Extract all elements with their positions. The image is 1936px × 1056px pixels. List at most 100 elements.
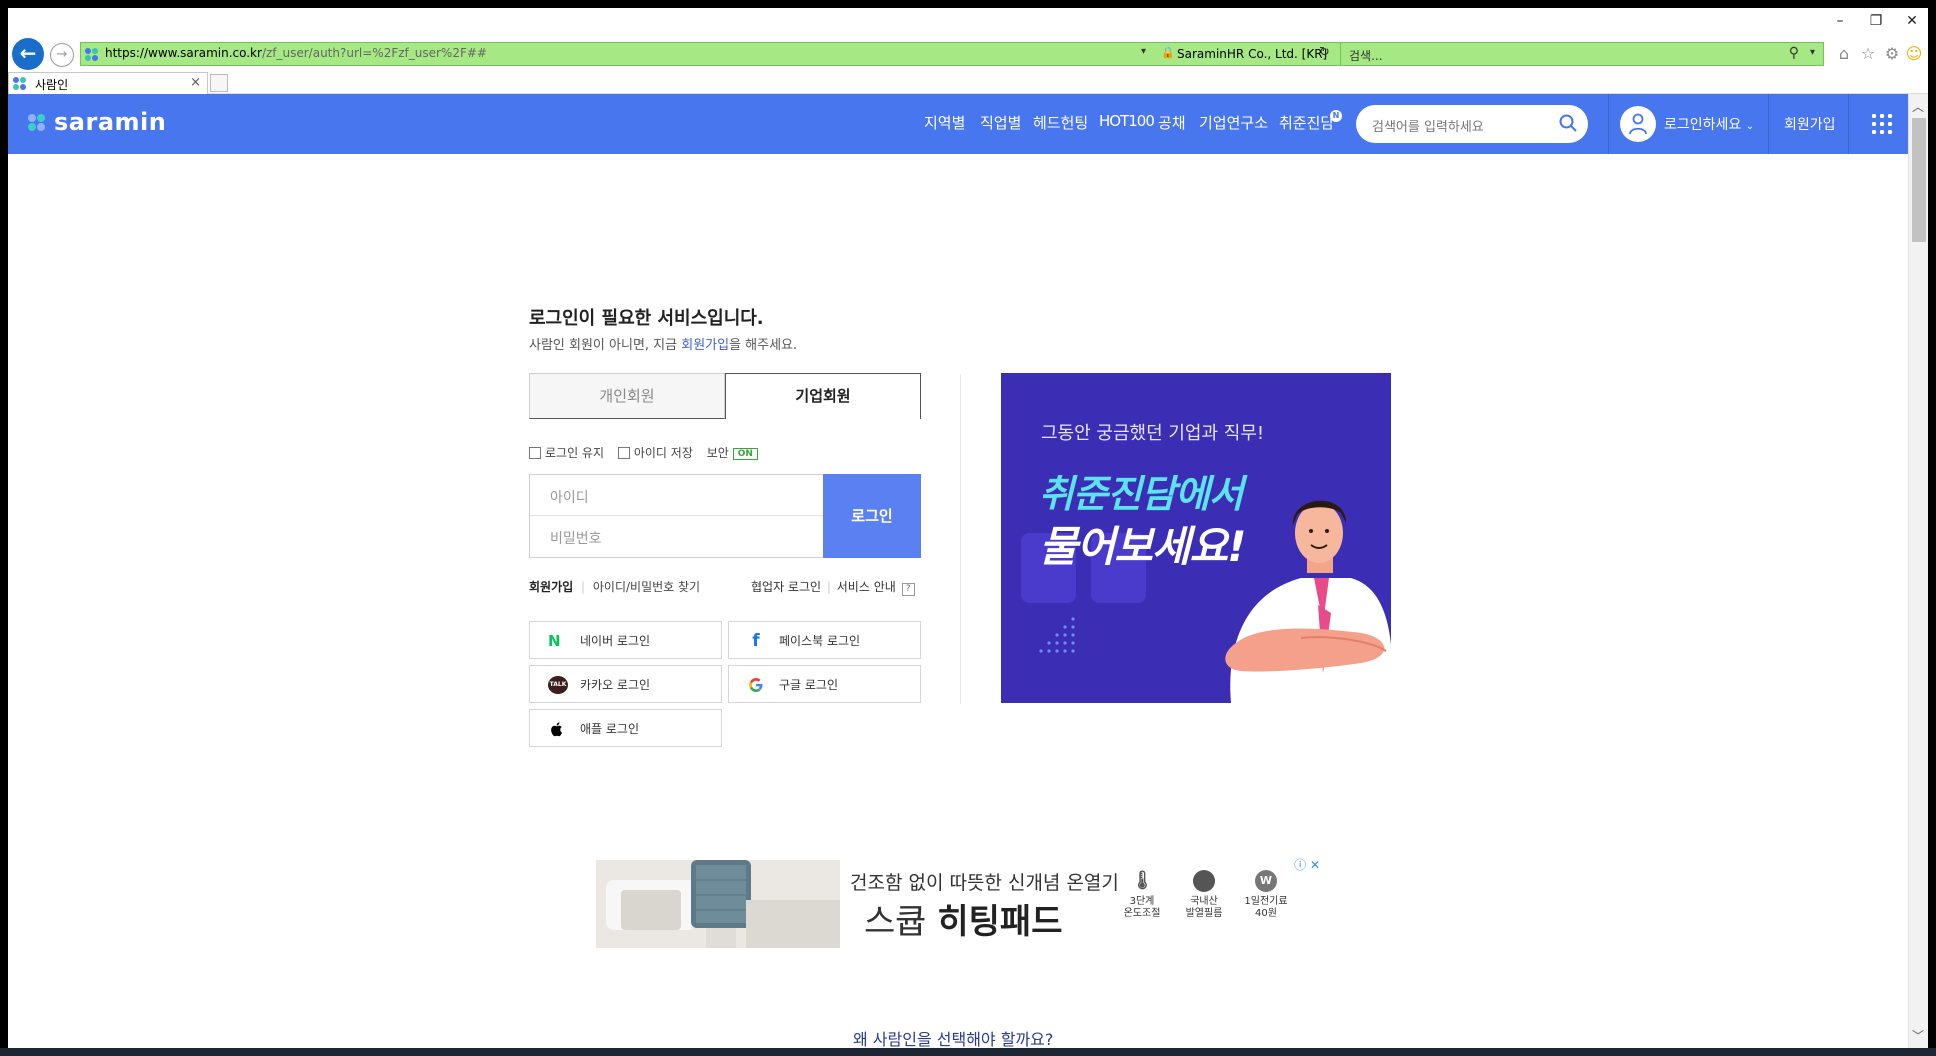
header-signup-link[interactable]: 회원가입 xyxy=(1784,114,1836,134)
google-login-button[interactable]: 구글 로그인 xyxy=(728,665,921,703)
nav-job[interactable]: 직업별 xyxy=(980,112,1021,136)
back-arrow-icon[interactable]: ← xyxy=(12,38,44,70)
inline-signup-link[interactable]: 회원가입 xyxy=(681,338,729,353)
browser-search-box[interactable]: 검색... ⚲ ▾ xyxy=(1340,42,1824,66)
ad-banner[interactable]: 건조함 없이 따뜻한 신개념 온열기 스큡 히팅패드 🌡 3단계 온도조절 국내산… xyxy=(596,856,1320,948)
refresh-icon[interactable]: ↻ xyxy=(1319,45,1330,60)
password-placeholder: 비밀번호 xyxy=(550,531,602,547)
minimize-icon[interactable]: – xyxy=(1828,12,1852,30)
screen: – ❐ ✕ ← → https://www.saramin.co.kr/zf_u… xyxy=(0,0,1936,1056)
ad-feature-temperature: 🌡 3단계 온도조절 xyxy=(1123,870,1161,919)
apple-login-button[interactable]: 애플 로그인 xyxy=(529,709,722,747)
vertical-scrollbar[interactable]: ︿ ﹀ xyxy=(1908,94,1928,1048)
ad-brand: 스큡 히팅패드 xyxy=(864,902,1063,942)
tab-saramin[interactable]: 사람인 × xyxy=(8,72,208,94)
login-button[interactable]: 로그인 xyxy=(823,474,921,558)
login-links: 회원가입 | 아이디/비밀번호 찾기 xyxy=(529,580,701,594)
search-icon[interactable]: ⚲ xyxy=(1789,45,1799,61)
facebook-login-button[interactable]: f 페이스북 로그인 xyxy=(728,621,921,659)
nav-hot100[interactable]: HOT100 xyxy=(1099,112,1155,136)
home-icon[interactable]: ⌂ xyxy=(1834,44,1854,64)
keep-login-checkbox[interactable]: 로그인 유지 xyxy=(529,446,604,460)
login-options: 로그인 유지 아이디 저장 보안 ON xyxy=(529,444,758,460)
browser-search-placeholder: 검색... xyxy=(1349,49,1383,63)
search-icon[interactable] xyxy=(1558,113,1578,133)
id-field[interactable]: 아이디 xyxy=(530,475,824,516)
new-tab-icon[interactable] xyxy=(210,74,228,92)
login-menu[interactable]: 로그인하세요 ⌄ xyxy=(1664,114,1754,134)
scroll-up-icon[interactable]: ︿ xyxy=(1912,98,1924,115)
naver-login-button[interactable]: N 네이버 로그인 xyxy=(529,621,722,659)
promo-line-3: 물어보세요! xyxy=(1039,522,1246,571)
scroll-thumb[interactable] xyxy=(1912,118,1926,242)
nav-company-research[interactable]: 기업연구소 xyxy=(1199,112,1268,136)
id-placeholder: 아이디 xyxy=(550,490,589,506)
site-search-box[interactable]: 검색어를 입력하세요 xyxy=(1356,105,1588,143)
google-icon xyxy=(749,678,763,692)
restore-icon[interactable]: ❐ xyxy=(1864,12,1888,30)
search-dropdown-icon[interactable]: ▾ xyxy=(1810,47,1815,58)
ad-feature-domestic: 국내산 발열필름 xyxy=(1176,870,1232,920)
save-id-checkbox[interactable]: 아이디 저장 xyxy=(617,446,693,460)
tab-favicon-icon xyxy=(13,77,27,91)
ad-info-close-icon[interactable]: ⓘ ✕ xyxy=(1294,856,1320,873)
browser-window: – ❐ ✕ ← → https://www.saramin.co.kr/zf_u… xyxy=(8,8,1928,1048)
nav-region[interactable]: 지역별 xyxy=(924,112,965,136)
naver-icon: N xyxy=(548,632,561,650)
nav-public-recruit[interactable]: 공채 xyxy=(1158,112,1186,136)
forward-arrow-icon[interactable]: → xyxy=(50,43,74,67)
ad-headline: 건조함 없이 따뜻한 신개념 온열기 xyxy=(850,872,1119,894)
ad-feature-electricity: W 1일전기료 40원 xyxy=(1238,870,1294,920)
site-header: saramin 지역별 직업별 헤드헌팅 HOT100 공채 기업연구소 취준진… xyxy=(8,94,1908,154)
member-type-tabs: 개인회원 기업회원 xyxy=(529,373,921,419)
all-services-grid-icon[interactable] xyxy=(1872,114,1892,134)
nav-headhunting[interactable]: 헤드헌팅 xyxy=(1033,112,1088,136)
chevron-down-icon: ⌄ xyxy=(1745,121,1755,132)
site-favicon-icon xyxy=(85,48,99,62)
certificate-label[interactable]: SaraminHR Co., Ltd. [KR] xyxy=(1177,47,1327,61)
ad-product-photo xyxy=(596,860,840,948)
password-field[interactable]: 비밀번호 xyxy=(530,517,824,557)
apple-icon xyxy=(551,722,562,737)
find-id-password-link[interactable]: 아이디/비밀번호 찾기 xyxy=(593,580,700,594)
tab-strip: 사람인 × xyxy=(8,72,1928,94)
header-divider xyxy=(1608,94,1609,154)
tab-company-member[interactable]: 기업회원 xyxy=(725,373,921,419)
thermometer-icon: 🌡 xyxy=(1131,870,1154,891)
content-divider xyxy=(960,374,961,704)
new-badge: N xyxy=(1330,110,1342,122)
address-bar[interactable]: https://www.saramin.co.kr/zf_user/auth?u… xyxy=(80,42,1344,66)
korea-flag-icon xyxy=(1193,870,1215,892)
tab-personal-member[interactable]: 개인회원 xyxy=(529,373,725,419)
promo-line-1: 그동안 궁금했던 기업과 직무! xyxy=(1041,423,1265,444)
close-icon[interactable]: ✕ xyxy=(1900,12,1924,30)
partner-login-link[interactable]: 협업자 로그인 xyxy=(751,580,821,594)
why-saramin-heading: 왜 사람인을 선택해야 할까요? xyxy=(853,1030,1054,1048)
watt-icon: W xyxy=(1255,870,1277,892)
smiley-feedback-icon[interactable]: ☺ xyxy=(1904,44,1924,64)
service-guide-link[interactable]: 서비스 안내 xyxy=(837,580,896,594)
extra-links: 협업자 로그인 | 서비스 안내 ? xyxy=(751,578,915,596)
scroll-down-icon[interactable]: ﹀ xyxy=(1912,1027,1924,1044)
favorites-star-icon[interactable]: ☆ xyxy=(1858,44,1878,64)
page-viewport: saramin 지역별 직업별 헤드헌팅 HOT100 공채 기업연구소 취준진… xyxy=(8,94,1908,1048)
user-avatar-icon[interactable] xyxy=(1620,106,1656,142)
lock-icon[interactable]: 🔒 xyxy=(1161,46,1175,59)
address-dropdown-icon[interactable]: ▾ xyxy=(1141,46,1146,57)
tab-close-icon[interactable]: × xyxy=(190,75,201,90)
kakao-login-button[interactable]: TALK 카카오 로그인 xyxy=(529,665,722,703)
header-divider xyxy=(1768,94,1769,154)
page-subtitle: 사람인 회원이 아니면, 지금 회원가입을 해주세요. xyxy=(529,338,798,353)
promo-line-2: 취준진담에서 xyxy=(1039,472,1244,516)
url-text: https://www.saramin.co.kr/zf_user/auth?u… xyxy=(105,46,487,60)
facebook-icon: f xyxy=(752,631,760,651)
kakao-talk-icon: TALK xyxy=(548,676,568,694)
join-link[interactable]: 회원가입 xyxy=(529,580,573,594)
settings-gear-icon[interactable]: ⚙ xyxy=(1882,44,1902,64)
title-bar: – ❐ ✕ xyxy=(8,8,1928,36)
site-search-placeholder: 검색어를 입력하세요 xyxy=(1372,120,1484,135)
security-toggle[interactable]: 보안 ON xyxy=(707,446,758,460)
help-icon[interactable]: ? xyxy=(901,583,915,596)
nav-qna[interactable]: 취준진담 xyxy=(1279,112,1334,136)
promo-banner[interactable]: 그동안 궁금했던 기업과 직무! 취준진담에서 물어보세요! xyxy=(1001,373,1391,703)
